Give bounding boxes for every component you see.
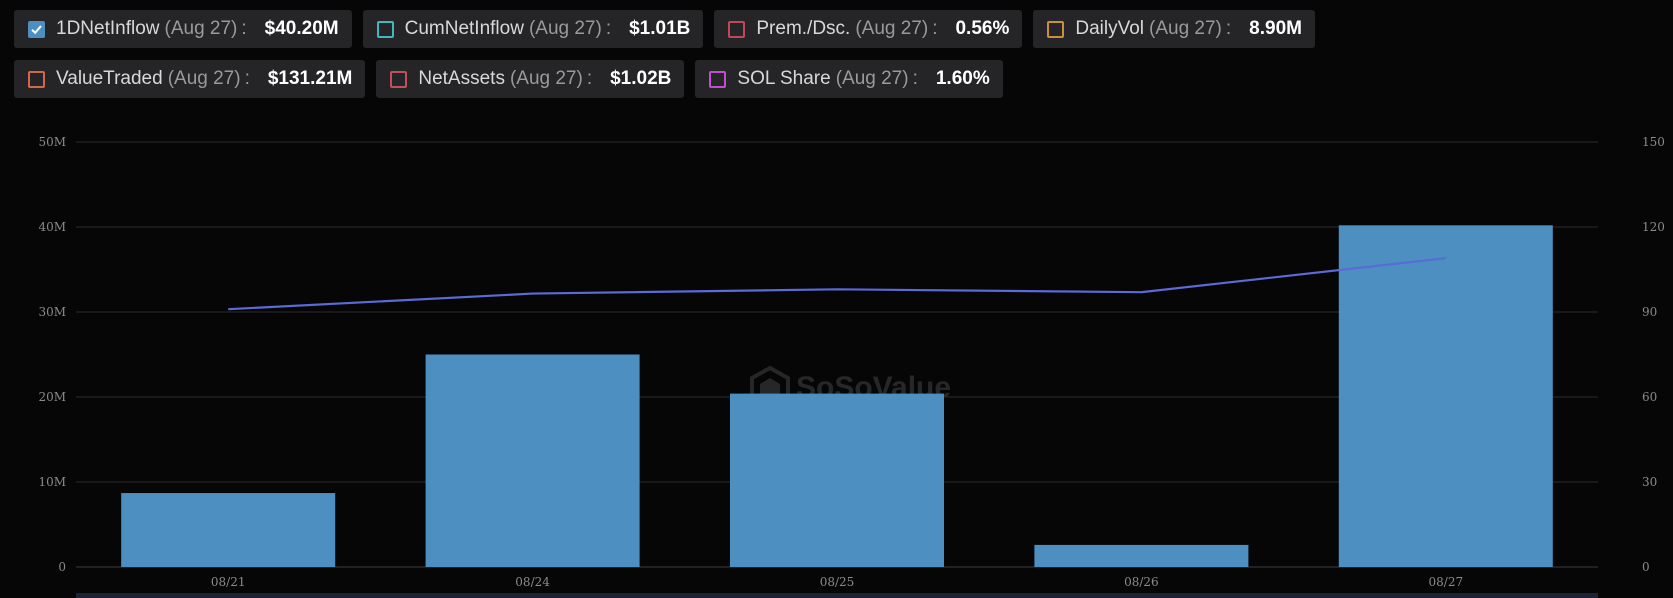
x-tick-label: 08/26 xyxy=(1124,575,1159,589)
bar xyxy=(121,493,336,567)
bar xyxy=(425,354,640,567)
y-right-tick-label: 30 xyxy=(1642,475,1657,489)
y-right-tick-label: 0 xyxy=(1642,560,1650,574)
x-tick-label: 08/24 xyxy=(515,575,550,589)
chart-plot: SoSoValue 010M20M30M40M50M 0306090120150… xyxy=(38,135,1665,598)
y-left-tick-label: 40M xyxy=(38,220,66,234)
y-axis-right: 0 30 60 90 120 150 xyxy=(1642,135,1665,574)
x-tick-label: 08/21 xyxy=(211,575,246,589)
y-right-tick-label: 120 xyxy=(1642,220,1665,234)
y-left-tick-label: 0 xyxy=(58,560,66,574)
bar xyxy=(1034,544,1249,567)
x-tick-label: 08/27 xyxy=(1429,575,1464,589)
y-left-tick-label: 30M xyxy=(38,305,66,319)
y-left-tick-label: 50M xyxy=(38,135,66,149)
y-axis-left: 0 10M 20M 30M 40M 50M xyxy=(38,135,66,574)
bar-series xyxy=(121,225,1553,568)
line-series xyxy=(228,257,1446,311)
y-right-tick-label: 60 xyxy=(1642,390,1657,404)
x-tick-label: 08/25 xyxy=(820,575,855,589)
y-right-tick-label: 150 xyxy=(1642,135,1665,149)
bar xyxy=(1338,225,1553,568)
line-path xyxy=(228,257,1446,311)
bar xyxy=(730,393,944,567)
y-left-tick-label: 10M xyxy=(38,475,66,489)
zoom-slider[interactable] xyxy=(76,593,1598,598)
y-left-tick-label: 20M xyxy=(38,390,66,404)
y-right-tick-label: 90 xyxy=(1642,305,1657,319)
x-axis: 08/21 08/24 08/25 08/26 08/27 xyxy=(211,575,1463,589)
